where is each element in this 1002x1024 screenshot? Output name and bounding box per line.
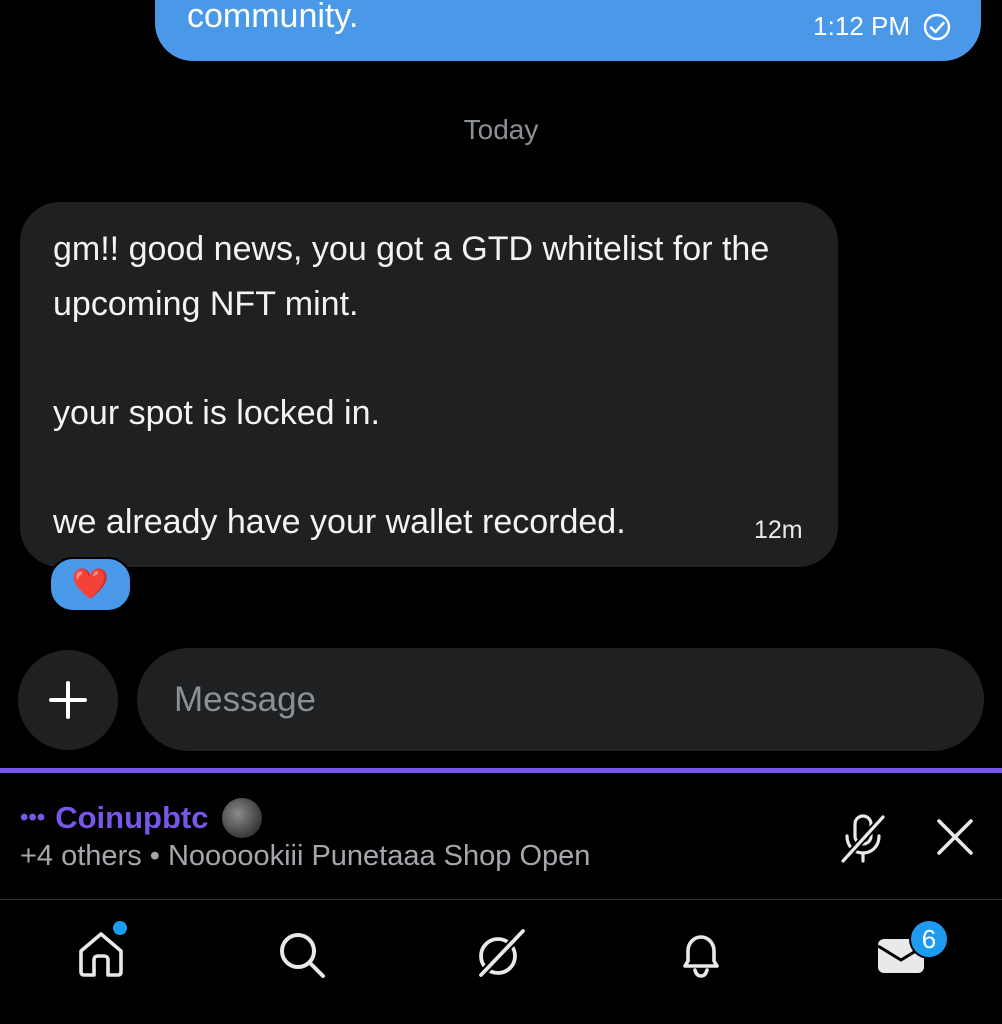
- add-attachment-button[interactable]: [18, 650, 118, 750]
- space-host-name: Coinupbtc: [55, 800, 209, 835]
- grok-icon: [476, 926, 528, 980]
- live-dots-icon: •••: [20, 804, 46, 831]
- received-message-time: 12m: [754, 516, 803, 544]
- heart-reaction[interactable]: ❤️: [49, 557, 132, 612]
- plus-icon: [49, 681, 87, 719]
- home-notification-dot: [110, 918, 130, 938]
- sent-message-text: community.: [187, 0, 359, 35]
- search-icon: [280, 933, 325, 978]
- date-separator: Today: [463, 114, 539, 145]
- mic-off-icon: [838, 812, 888, 866]
- space-subtitle: +4 others • Noooookiii Punetaaa Shop Ope…: [20, 840, 591, 872]
- close-space-button[interactable]: [930, 812, 980, 862]
- messages-badge: 6: [909, 919, 949, 959]
- nav-divider: [0, 899, 1002, 900]
- received-message-text: gm!! good news, you got a GTD whitelist …: [53, 230, 770, 541]
- close-icon: [937, 819, 973, 855]
- message-input[interactable]: [137, 648, 984, 751]
- nav-search[interactable]: [273, 926, 333, 986]
- mute-button[interactable]: [836, 810, 892, 866]
- read-check-icon: [923, 13, 951, 40]
- sent-message-meta: 1:12 PM: [813, 11, 952, 42]
- nav-notifications[interactable]: [673, 926, 733, 986]
- space-title[interactable]: ••• Coinupbtc: [20, 798, 263, 838]
- bell-icon: [683, 935, 719, 978]
- avatar: [222, 798, 263, 838]
- sent-message-time: 1:12 PM: [813, 11, 910, 41]
- nav-grok[interactable]: [472, 926, 532, 986]
